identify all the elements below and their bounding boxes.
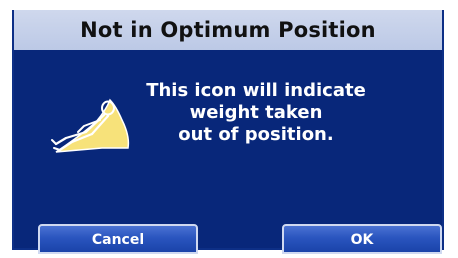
ok-button-label: OK xyxy=(350,232,374,248)
message-line-2: weight taken xyxy=(189,102,323,123)
dialog-message: This icon will indicate weight taken out… xyxy=(138,80,374,146)
dialog-title-bar: Not in Optimum Position xyxy=(14,10,442,50)
cancel-button[interactable]: Cancel xyxy=(38,224,198,254)
reclined-seat-occupant-icon xyxy=(50,96,134,154)
message-line-3: out of position. xyxy=(178,124,334,145)
message-line-1: This icon will indicate xyxy=(146,80,366,101)
dialog: Not in Optimum Position This icon will i… xyxy=(12,10,444,254)
cancel-button-label: Cancel xyxy=(91,232,145,248)
dialog-title: Not in Optimum Position xyxy=(80,18,376,42)
ok-button[interactable]: OK xyxy=(282,224,442,254)
